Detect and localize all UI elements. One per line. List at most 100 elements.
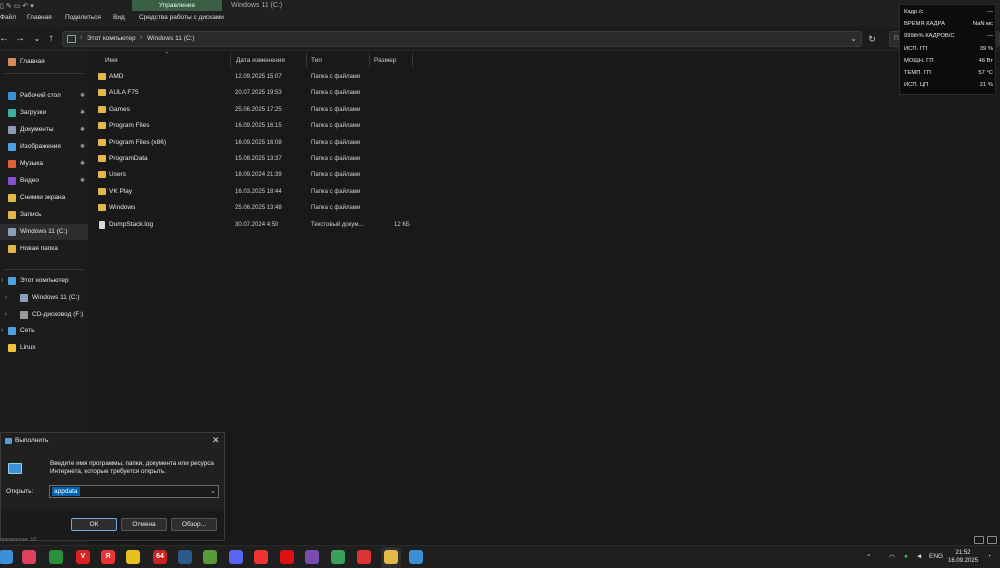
app-icon[interactable]: V (76, 550, 90, 564)
ok-button[interactable]: ОК (71, 518, 117, 531)
sidebar-item[interactable]: Запись (0, 207, 88, 223)
sidebar-item[interactable]: Музыка ✱ (0, 156, 88, 172)
tree-item[interactable]: › CD-дисковод (F:) (0, 307, 88, 323)
chevron-right-icon[interactable]: › (1, 277, 3, 284)
app-icon[interactable] (305, 550, 319, 564)
column-separator[interactable] (369, 53, 370, 67)
file-date: 25.06.2025 17:25 (235, 106, 282, 113)
language-indicator[interactable]: ENG (929, 553, 943, 560)
forward-icon[interactable]: → (14, 33, 26, 45)
chevron-right-icon[interactable]: › (5, 294, 7, 301)
pin-icon[interactable]: ✱ (80, 160, 85, 167)
sidebar-item[interactable]: Видео ✱ (0, 173, 88, 189)
chevron-down-icon[interactable]: ⌄ (850, 34, 857, 43)
app-icon[interactable] (126, 550, 140, 564)
context-tab-manage[interactable]: Управление (132, 0, 222, 11)
column-separator[interactable] (230, 53, 231, 67)
file-row[interactable]: AULA F75 20.07.2025 19:53 Папка с файлами (88, 85, 488, 101)
chevron-down-icon[interactable]: ⌄ (210, 487, 216, 495)
sidebar-item[interactable]: Документы ✱ (0, 122, 88, 138)
menu-share[interactable]: Поделиться (65, 14, 101, 21)
cancel-button[interactable]: Отмена (121, 518, 167, 531)
volume-icon[interactable]: ◄ (916, 553, 922, 560)
breadcrumb-drive[interactable]: Windows 11 (C:) (147, 35, 195, 42)
address-bar[interactable]: › Этот компьютер › Windows 11 (C:) ⌄ (62, 31, 862, 47)
chevron-up-icon[interactable]: ⌃ (866, 553, 871, 561)
run-icon[interactable] (409, 550, 423, 564)
column-separator[interactable] (412, 53, 413, 67)
run-command-value[interactable]: appdata (52, 487, 80, 496)
chevron-right-icon[interactable]: › (5, 311, 7, 318)
file-row[interactable]: AMD 12.09.2025 15:07 Папка с файлами (88, 69, 488, 85)
file-row[interactable]: Program Files (x86) 16.09.2025 16:08 Папка… (88, 135, 488, 151)
up-icon[interactable]: ↑ (45, 33, 57, 45)
column-separator[interactable] (306, 53, 307, 67)
run-command-input[interactable]: appdata ⌄ (49, 485, 219, 498)
browse-button[interactable]: Обзор... (171, 518, 217, 531)
file-date: 15.08.2025 13:37 (235, 156, 282, 162)
folder-icon (98, 155, 106, 162)
file-row[interactable]: Games 25.06.2025 17:25 Папка с файлами (88, 102, 488, 118)
start-icon[interactable] (0, 550, 13, 564)
refresh-icon[interactable]: ↻ (866, 33, 878, 45)
file-row[interactable]: VK Play 16.03.2025 18:44 Папка с файлами (88, 184, 488, 200)
customize-icon[interactable]: ▾ (30, 2, 34, 10)
app-icon[interactable] (203, 550, 217, 564)
column-header-size[interactable]: Размер (374, 57, 396, 64)
clock[interactable]: 21:52 16.09.2025 (948, 549, 978, 565)
recent-dropdown-icon[interactable]: ⌄ (31, 33, 43, 45)
file-row[interactable]: Users 18.09.2024 21:39 Папка с файлами (88, 167, 488, 183)
file-row[interactable]: Windows 25.06.2025 13:48 Папка с файлами (88, 200, 488, 216)
column-header-type[interactable]: Тип (311, 57, 322, 64)
sidebar-item-home[interactable]: Главная (0, 54, 88, 70)
folder-quick-icon[interactable]: ▭ (14, 2, 21, 10)
steam-icon[interactable] (178, 550, 192, 564)
pin-icon[interactable]: ✱ (80, 126, 85, 133)
file-row[interactable]: ProgramData 15.08.2025 13:37 Папка с файла… (88, 151, 488, 167)
pin-icon[interactable]: ✱ (80, 177, 85, 184)
tree-item[interactable]: › Сеть (0, 323, 88, 339)
discord-icon[interactable] (229, 550, 243, 564)
tree-item[interactable]: Linux (0, 340, 88, 356)
file-explorer-icon[interactable] (384, 550, 398, 564)
file-row[interactable]: DumpStack.log 30.07.2024 4:50 Текстовый до… (88, 217, 488, 233)
tree-item[interactable]: › Windows 11 (C:) (0, 290, 88, 306)
app-icon[interactable] (22, 550, 36, 564)
wifi-icon[interactable]: ◠ (889, 553, 895, 561)
opera-icon[interactable] (280, 550, 294, 564)
sidebar-item[interactable]: Снимки экрана (0, 190, 88, 206)
column-header-name[interactable]: Имя (105, 57, 118, 64)
notification-icon[interactable]: ◔ (987, 553, 991, 560)
yandex-browser-icon[interactable] (254, 550, 268, 564)
app-icon[interactable] (49, 550, 63, 564)
back-icon[interactable]: ← (0, 33, 10, 45)
menu-home[interactable]: Главная (27, 14, 52, 21)
pin-icon[interactable]: ✱ (80, 92, 85, 99)
edit-icon[interactable]: ✎ (6, 2, 12, 10)
app-icon[interactable] (357, 550, 371, 564)
undo-icon[interactable]: ↶ (22, 2, 28, 10)
sidebar-item[interactable]: Загрузки ✱ (0, 105, 88, 121)
pin-icon[interactable]: ✱ (80, 109, 85, 116)
menu-view[interactable]: Вид (113, 14, 125, 21)
pin-icon[interactable]: ✱ (80, 143, 85, 150)
chevron-right-icon[interactable]: › (1, 327, 3, 334)
file-row[interactable]: Program Files 16.09.2025 16:15 Папка с фай… (88, 118, 488, 134)
tree-item[interactable]: › Этот компьютер (0, 273, 88, 289)
tiles-view-icon[interactable] (987, 536, 997, 544)
sidebar-item[interactable]: Windows 11 (C:) (0, 224, 88, 240)
breadcrumb-this-pc[interactable]: Этот компьютер (87, 35, 136, 42)
app-icon[interactable] (331, 550, 345, 564)
sidebar-item[interactable]: Новая папка (0, 241, 88, 257)
properties-icon[interactable]: ▯ (0, 2, 4, 10)
menu-drive-tools[interactable]: Средства работы с дисками (139, 14, 224, 21)
details-view-icon[interactable] (974, 536, 984, 544)
sidebar-item[interactable]: Рабочий стол ✱ (0, 88, 88, 104)
app-icon[interactable]: 64 (153, 550, 167, 564)
sidebar-item[interactable]: Изображения ✱ (0, 139, 88, 155)
close-icon[interactable]: ✕ (212, 435, 220, 446)
menu-file[interactable]: Файл (0, 14, 16, 21)
yandex-icon[interactable]: Я (101, 550, 115, 564)
tray-app-icon[interactable]: ● (904, 553, 908, 560)
column-header-date[interactable]: Дата изменения (236, 57, 285, 64)
